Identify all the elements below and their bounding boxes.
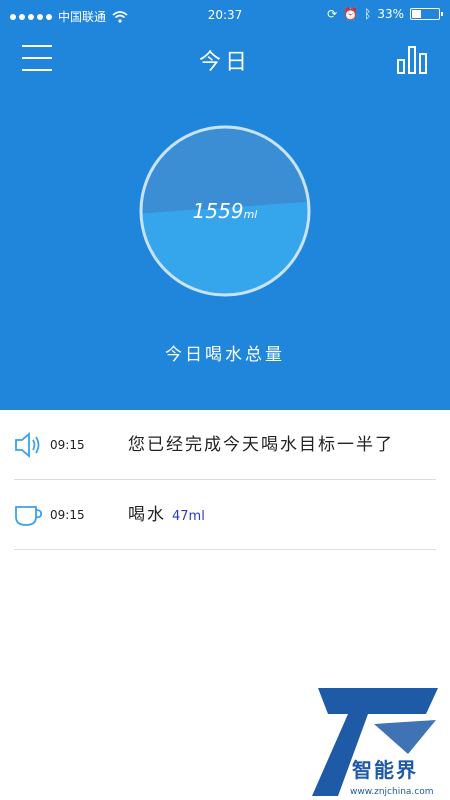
log-amount: 47ml	[172, 509, 205, 524]
log-time: 09:15	[50, 508, 85, 522]
bluetooth-icon: ᛒ	[364, 7, 372, 21]
alarm-icon: ⏰	[343, 7, 359, 21]
speaker-icon	[15, 432, 40, 458]
stats-chart-icon[interactable]	[396, 44, 428, 74]
brand-name: 智能界	[352, 758, 418, 782]
water-gauge: 1559ml	[138, 124, 312, 298]
total-unit: ml	[244, 208, 258, 221]
header-panel: 中国联通 20:37 ⟳ ⏰ ᛒ 33% 今日 1559ml 今日喝水总量	[0, 0, 450, 410]
total-amount: 1559	[193, 199, 244, 223]
page-title: 今日	[198, 50, 251, 75]
cup-icon	[15, 506, 43, 526]
total-label: 今日喝水总量	[165, 345, 285, 365]
divider	[14, 549, 436, 550]
log-message-text: 喝水	[128, 505, 166, 525]
nav-bar: 今日	[0, 30, 450, 90]
log-time: 09:15	[50, 438, 85, 452]
log-message: 喝水 47ml	[128, 480, 205, 550]
status-bar: 中国联通 20:37 ⟳ ⏰ ᛒ 33%	[0, 0, 450, 30]
list-item: 09:15 喝水 47ml	[0, 480, 450, 550]
log-message: 您已经完成今天喝水目标一半了	[128, 435, 394, 455]
lock-rotation-icon: ⟳	[327, 7, 338, 21]
battery-icon	[410, 8, 443, 20]
battery-percent: 33%	[377, 7, 404, 21]
brand-url: www.znjchina.com	[350, 787, 434, 797]
list-item: 09:15 您已经完成今天喝水目标一半了	[0, 410, 450, 480]
